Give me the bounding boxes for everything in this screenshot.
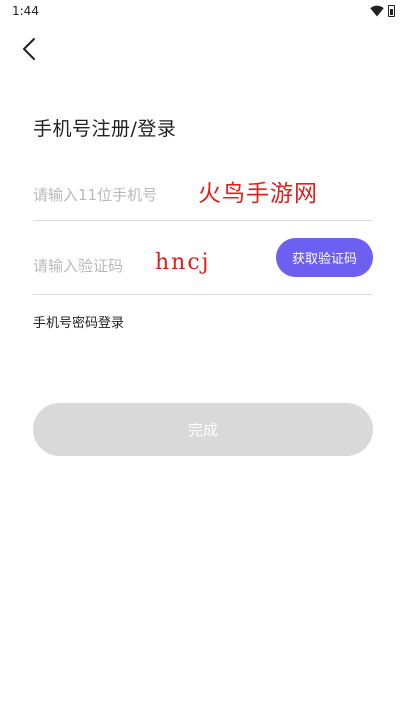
chevron-left-icon [23,38,35,60]
phone-field [33,170,373,221]
back-button[interactable] [14,34,44,64]
battery-icon [388,5,395,17]
submit-button[interactable]: 完成 [33,403,373,456]
wifi-icon [370,5,384,17]
status-bar: 1:44 [0,0,405,22]
status-time: 1:44 [12,4,39,18]
verification-code-input[interactable] [33,238,263,294]
page-title: 手机号注册/登录 [33,118,177,140]
password-login-link[interactable]: 手机号密码登录 [33,312,124,331]
status-icons [370,5,395,17]
phone-input[interactable] [33,170,373,220]
get-code-button[interactable]: 获取验证码 [276,238,373,277]
